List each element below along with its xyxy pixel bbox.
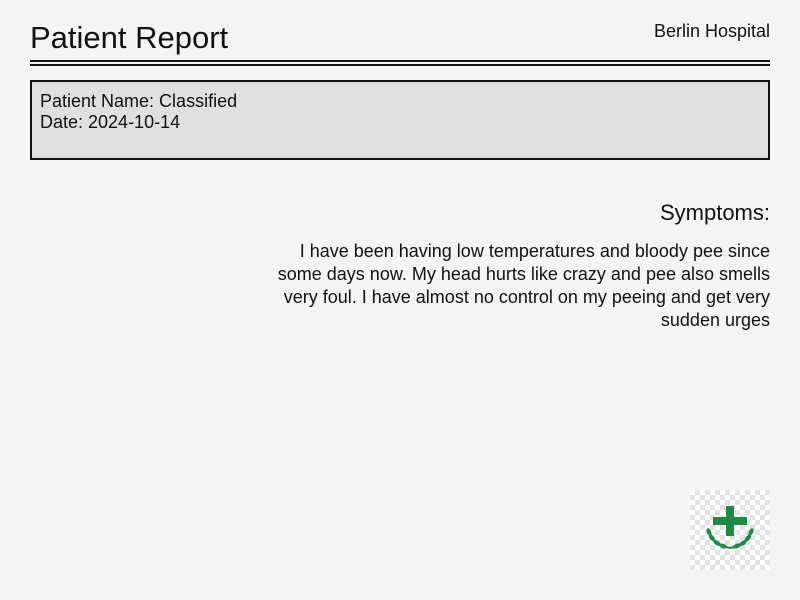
page-title: Patient Report [30, 20, 229, 55]
hospital-name: Berlin Hospital [653, 21, 770, 41]
symptoms-text: I have been having low temperatures and … [277, 241, 770, 330]
report-date: Date: 2024-10-14 [40, 112, 181, 132]
header-divider-top [30, 60, 770, 62]
header-divider-bottom [30, 64, 770, 66]
patient-info-box: Patient Name: Classified Date: 2024-10-1… [30, 80, 770, 160]
symptoms-heading: Symptoms: [659, 200, 770, 225]
hospital-logo [690, 490, 770, 570]
patient-name: Patient Name: Classified [40, 91, 238, 111]
medical-cross-laurel-icon [706, 506, 754, 549]
